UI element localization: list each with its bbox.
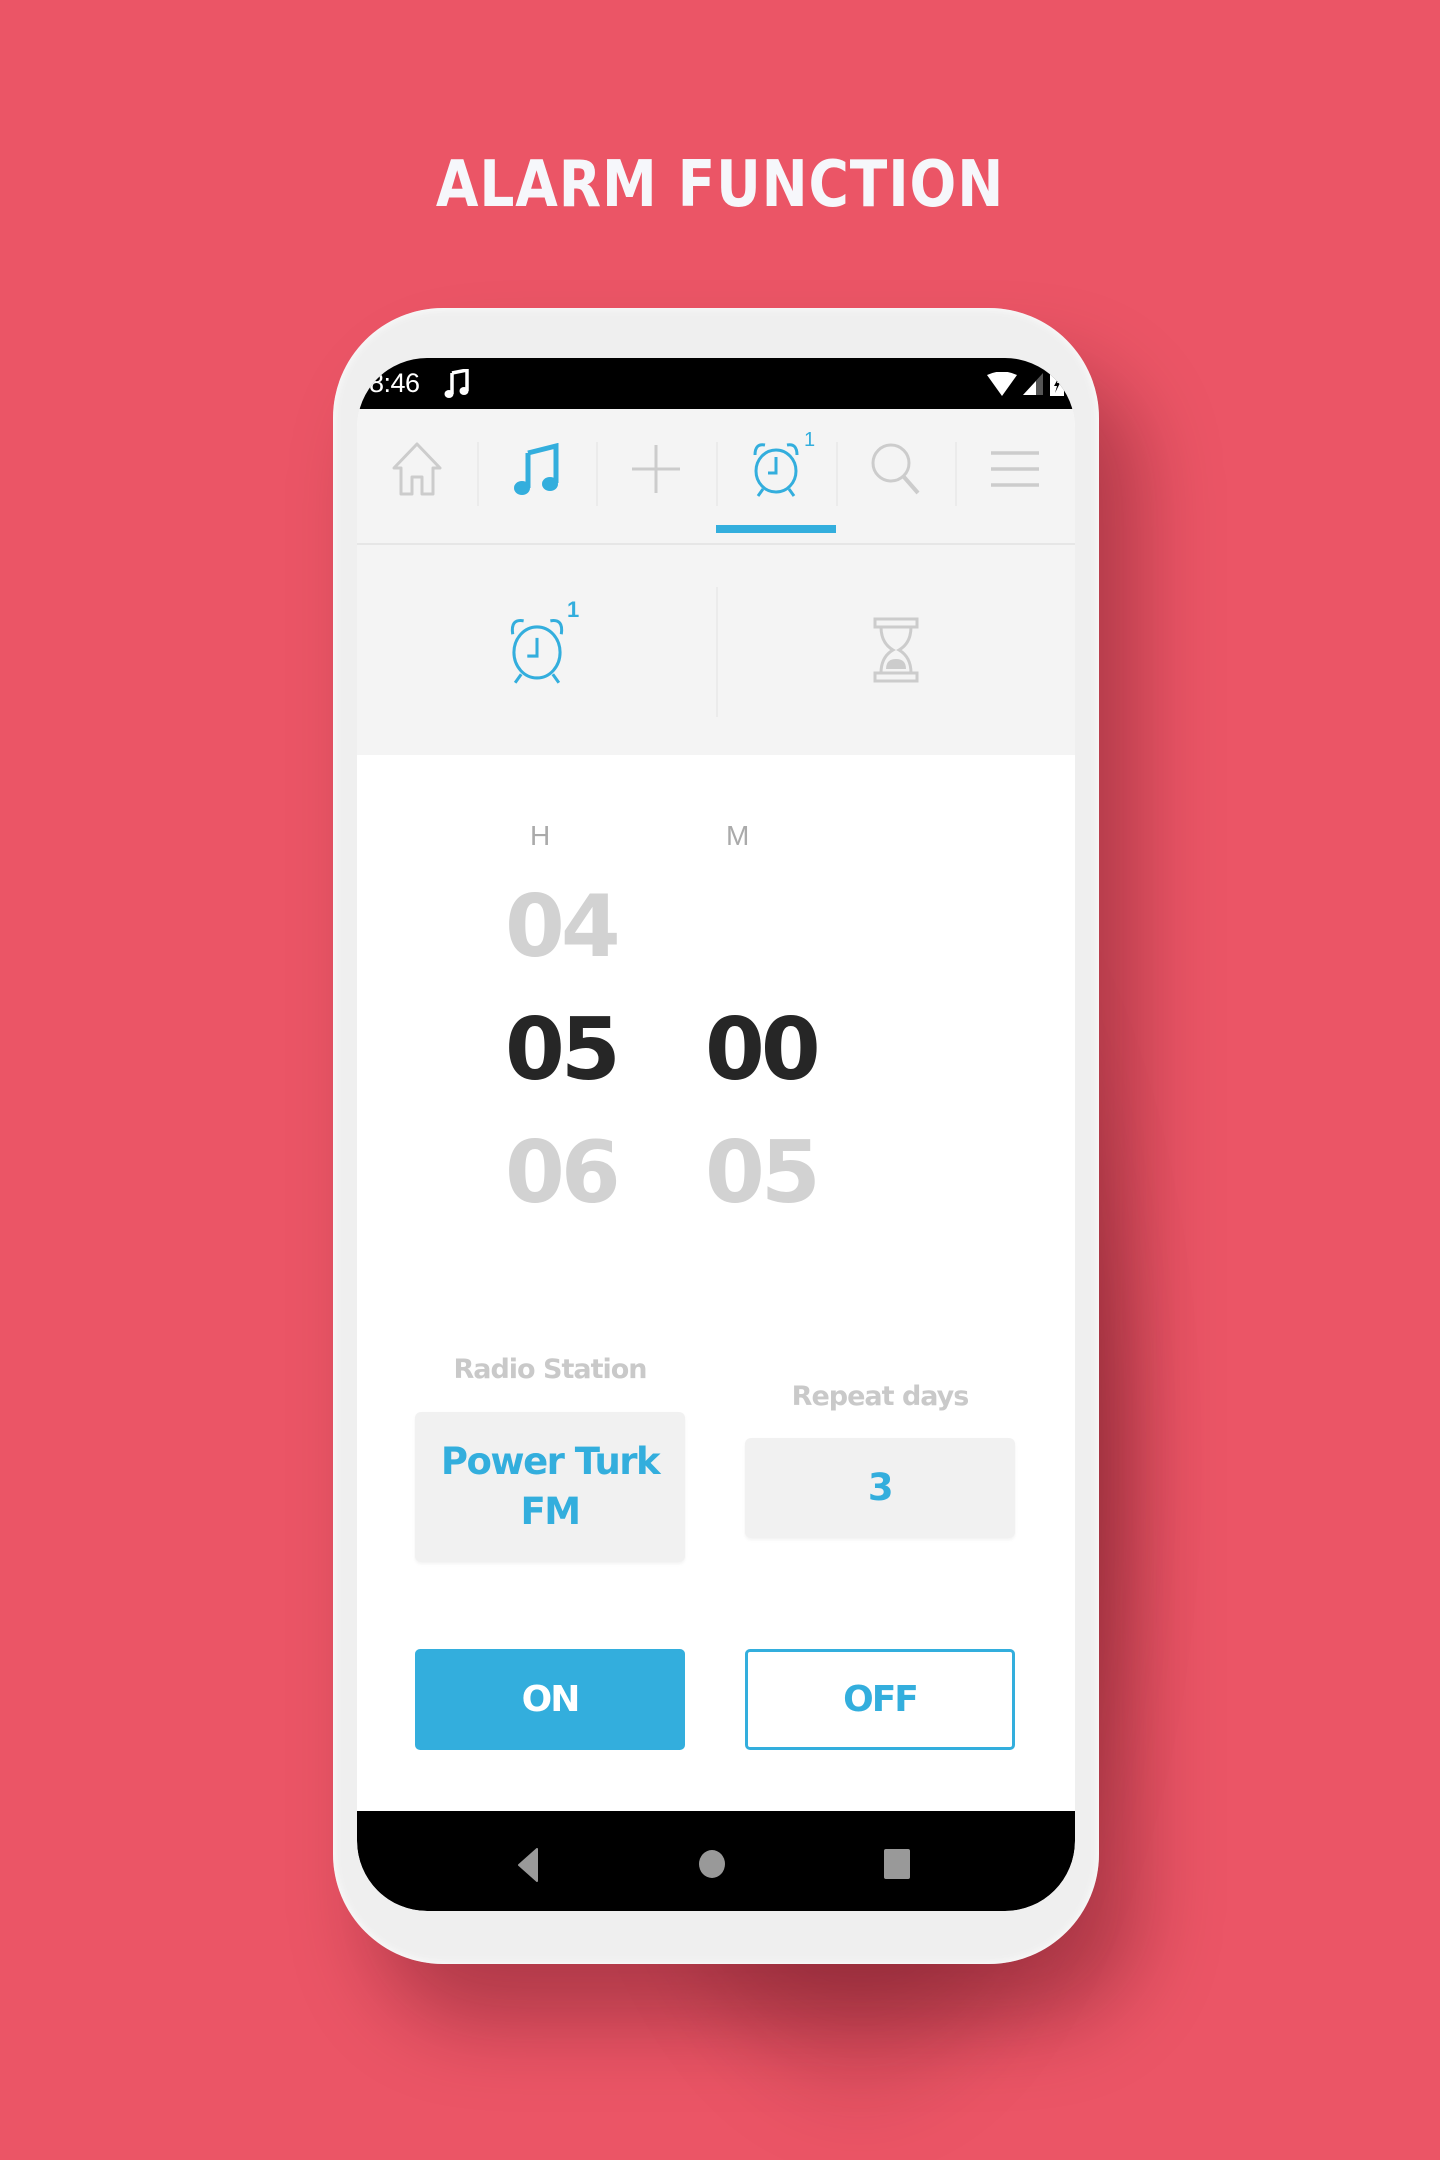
hourglass-icon [873, 617, 918, 683]
back-icon[interactable] [517, 1848, 539, 1882]
menu-icon [991, 451, 1040, 487]
page-headline: ALARM FUNCTION [435, 148, 1005, 222]
time-picker: H M 04 05 06 00 05 [357, 755, 1075, 1275]
status-time: 8:46 [369, 368, 420, 398]
tab-menu[interactable] [955, 409, 1075, 529]
hour-next[interactable]: 06 [505, 1123, 621, 1223]
battery-charging-icon [1050, 370, 1064, 396]
minute-column-label: M [726, 820, 750, 851]
subtab-alarm[interactable]: 1 [357, 545, 716, 755]
alarm-count-badge: 1 [567, 597, 580, 622]
tab-search[interactable] [835, 409, 956, 529]
hour-column-label: H [530, 820, 551, 851]
hour-previous[interactable]: 04 [505, 877, 621, 977]
minute-selected[interactable]: 00 [705, 1000, 821, 1100]
tab-home[interactable] [357, 409, 477, 529]
wifi-icon [987, 371, 1017, 396]
phone-frame: 8:46 1 1 H M 04 05 06 00 05 Radio Statio… [333, 308, 1099, 1964]
status-bar: 8:46 [357, 358, 1075, 409]
repeat-days-selector[interactable]: 3 [745, 1438, 1015, 1538]
alarm-clock-icon [510, 619, 563, 684]
music-note-icon [513, 443, 558, 495]
tab-alarm[interactable]: 1 [716, 409, 836, 533]
radio-station-label: Radio Station [453, 1354, 647, 1385]
radio-station-selector[interactable]: Power Turk FM [415, 1412, 685, 1562]
system-nav-bar [357, 1811, 1075, 1911]
sub-nav: 1 [357, 545, 1075, 755]
plus-icon [632, 445, 681, 493]
tab-music[interactable] [476, 409, 597, 529]
phone-screen: 8:46 1 1 H M 04 05 06 00 05 Radio Statio… [357, 358, 1075, 1911]
minute-next[interactable]: 05 [705, 1123, 821, 1223]
tab-add[interactable] [596, 409, 716, 529]
signal-icon [1023, 372, 1043, 395]
alarm-off-button[interactable]: OFF [745, 1649, 1015, 1750]
home-icon [392, 442, 442, 496]
repeat-days-label: Repeat days [791, 1381, 970, 1412]
alarm-clock-icon [753, 443, 799, 497]
music-note-icon [444, 368, 469, 398]
top-nav: 1 [357, 409, 1075, 545]
recents-icon[interactable] [883, 1848, 911, 1880]
alarm-on-button[interactable]: ON [415, 1649, 685, 1750]
search-icon [871, 443, 920, 495]
subtab-timer[interactable] [716, 545, 1075, 755]
hour-selected[interactable]: 05 [505, 1000, 621, 1100]
home-circle-icon[interactable] [698, 1849, 726, 1879]
alarm-count-badge: 1 [804, 429, 816, 451]
